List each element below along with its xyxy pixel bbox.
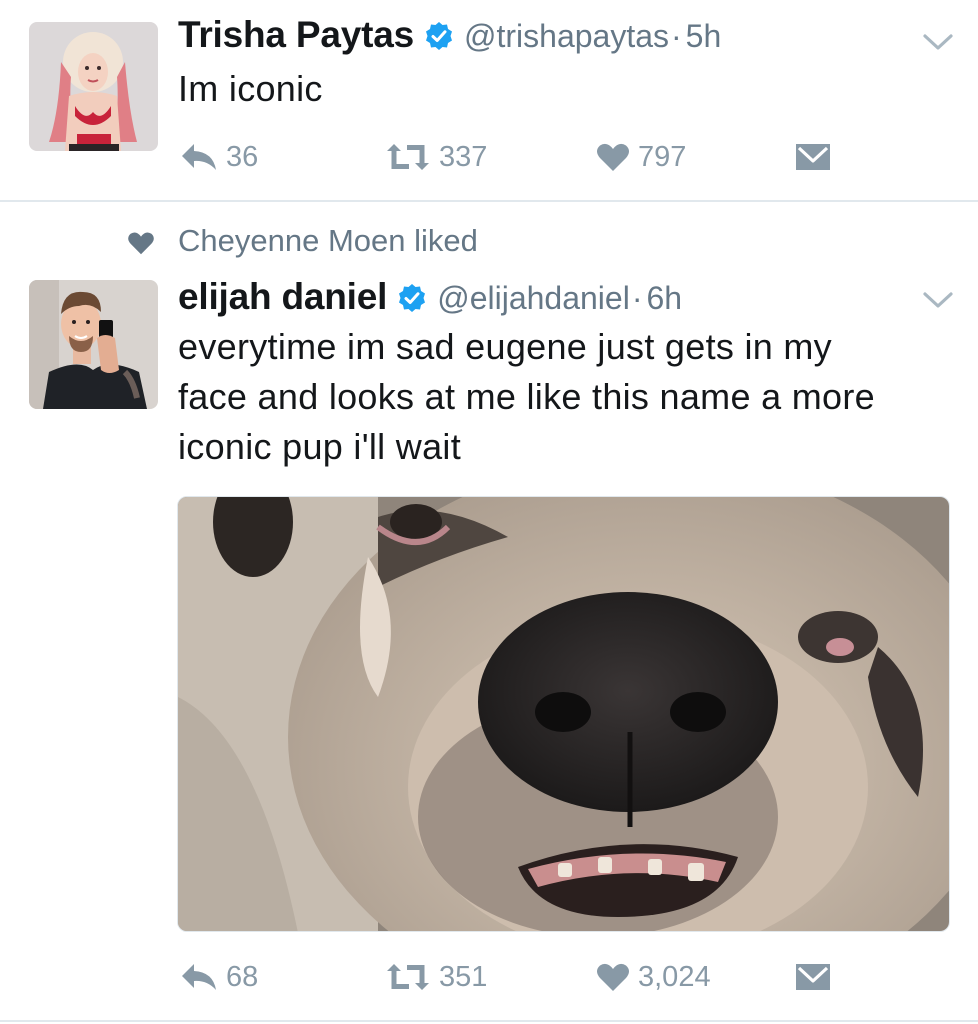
dm-button[interactable] xyxy=(795,137,831,177)
retweet-count: 351 xyxy=(439,960,488,993)
reply-button[interactable]: 68 xyxy=(180,957,258,997)
display-name[interactable]: Trisha Paytas xyxy=(178,14,414,56)
chevron-down-icon[interactable] xyxy=(921,31,955,53)
like-button[interactable]: 3,024 xyxy=(596,957,711,997)
verified-icon xyxy=(424,21,454,51)
like-icon xyxy=(597,143,629,171)
tweet-text-line: iconic pup i'll wait xyxy=(178,426,461,467)
tweet-text: Im iconic xyxy=(178,68,323,109)
separator: · xyxy=(631,280,643,316)
tweet-media-bulldog-photo[interactable] xyxy=(177,496,950,932)
avatar[interactable] xyxy=(29,22,158,151)
reply-count: 36 xyxy=(226,140,259,173)
timestamp[interactable]: 6h xyxy=(646,280,682,317)
retweet-button[interactable]: 351 xyxy=(385,957,487,997)
dm-button[interactable] xyxy=(795,957,831,997)
chevron-down-icon[interactable] xyxy=(921,289,955,311)
separator: · xyxy=(671,18,682,54)
user-handle[interactable]: @trishapaytas xyxy=(464,18,669,55)
tweet-actions: 36 337 797 xyxy=(0,137,978,177)
social-context-text[interactable]: Cheyenne Moen liked xyxy=(178,223,478,259)
dm-icon xyxy=(796,144,830,170)
reply-icon xyxy=(182,144,216,170)
tweet-header: Trisha Paytas @trishapaytas · 5h xyxy=(178,14,721,56)
like-count: 3,024 xyxy=(638,960,711,993)
verified-icon xyxy=(397,283,427,313)
like-icon xyxy=(597,963,629,991)
tweet-header: elijah daniel @elijahdaniel · 6h xyxy=(178,276,682,318)
tweet-divider xyxy=(0,1020,978,1022)
reply-button[interactable]: 36 xyxy=(180,137,258,177)
retweet-icon xyxy=(387,964,429,990)
like-count: 797 xyxy=(638,140,687,173)
timestamp[interactable]: 5h xyxy=(686,18,722,55)
retweet-icon xyxy=(387,144,429,170)
tweet-actions: 68 351 3,024 xyxy=(0,957,978,997)
retweet-count: 337 xyxy=(439,140,488,173)
dm-icon xyxy=(796,964,830,990)
tweet-text-line: face and looks at me like this name a mo… xyxy=(178,376,875,417)
tweet-trisha[interactable]: Trisha Paytas @trishapaytas · 5h Im icon… xyxy=(0,0,978,200)
tweet-text-line: everytime im sad eugene just gets in my xyxy=(178,326,832,367)
user-handle[interactable]: @elijahdaniel xyxy=(437,280,630,317)
heart-icon xyxy=(128,232,154,255)
tweet-divider xyxy=(0,200,978,202)
display-name[interactable]: elijah daniel xyxy=(178,276,387,318)
retweet-button[interactable]: 337 xyxy=(385,137,487,177)
social-context: Cheyenne Moen liked xyxy=(0,222,978,262)
tweet-text: everytime im sad eugene just gets in my … xyxy=(178,322,875,472)
reply-icon xyxy=(182,964,216,990)
avatar[interactable] xyxy=(29,280,158,409)
reply-count: 68 xyxy=(226,960,259,993)
like-button[interactable]: 797 xyxy=(596,137,686,177)
